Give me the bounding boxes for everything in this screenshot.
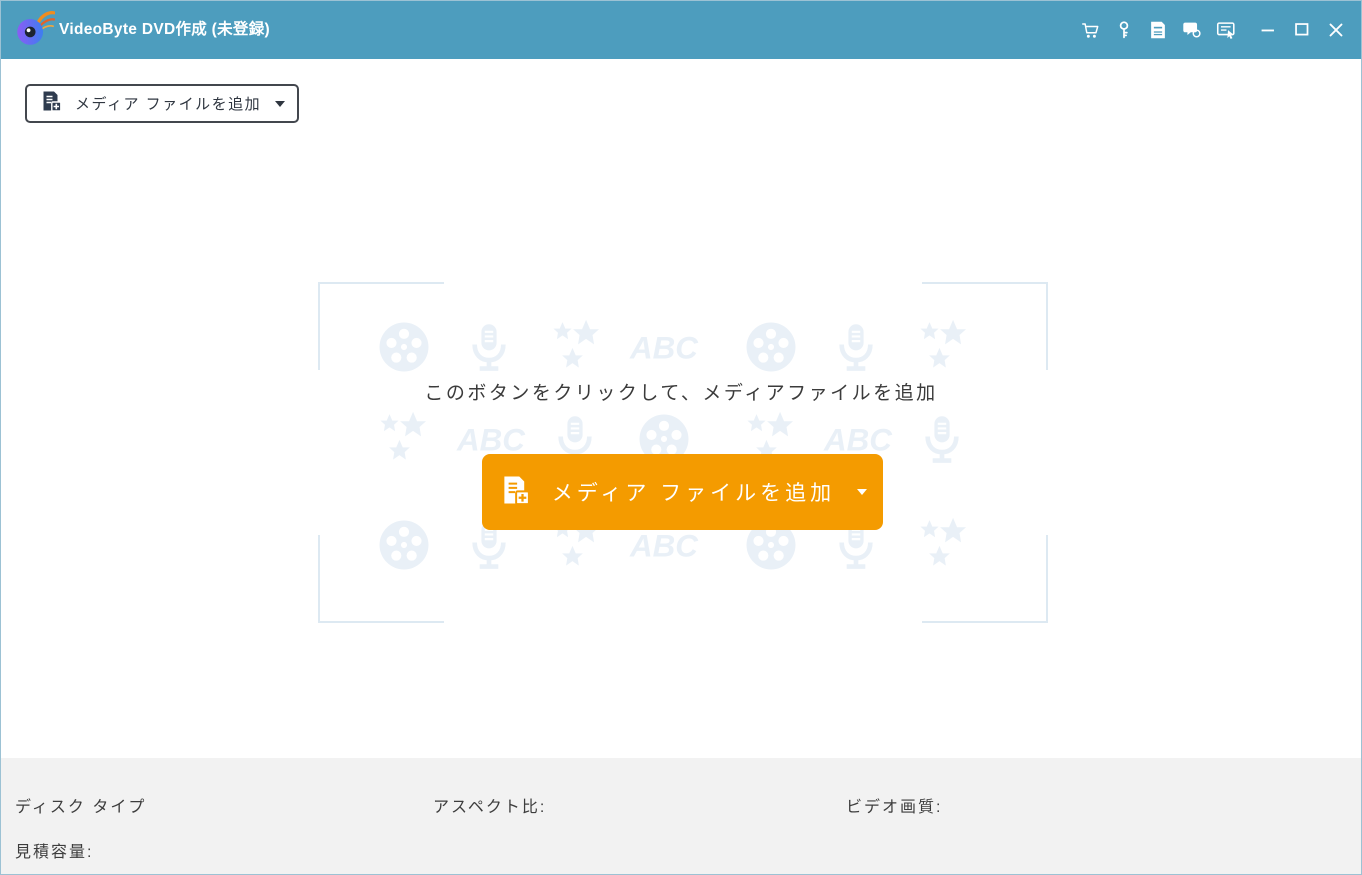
- register-icon[interactable]: [1146, 19, 1169, 42]
- svg-text:ABC: ABC: [629, 529, 698, 564]
- add-media-toolbar-label: メディア ファイルを追加: [75, 96, 262, 113]
- stars-watermark-icon: [915, 516, 973, 574]
- chevron-down-icon: [857, 489, 868, 495]
- titlebar-actions: [1078, 1, 1347, 59]
- feedback-icon[interactable]: [1180, 19, 1203, 42]
- stars-watermark-icon: [915, 318, 973, 376]
- empty-state-hint: このボタンをクリックして、メディアファイルを追加: [424, 383, 938, 404]
- window-title: VideoByte DVD作成 (未登録): [59, 21, 270, 38]
- svg-text:ABC: ABC: [823, 423, 892, 458]
- app-logo-icon: [13, 9, 56, 51]
- add-media-file-icon: [39, 89, 63, 118]
- mic-watermark-icon: [915, 410, 969, 468]
- stars-watermark-icon: [375, 410, 433, 468]
- svg-text:ABC: ABC: [456, 423, 525, 458]
- add-media-file-icon: [498, 473, 532, 512]
- cart-icon[interactable]: [1078, 19, 1101, 42]
- titlebar: VideoByte DVD作成 (未登録): [1, 1, 1361, 59]
- maximize-icon[interactable]: [1290, 19, 1313, 42]
- aspect-ratio-label: アスペクト比:: [433, 799, 547, 816]
- chevron-down-icon: [275, 100, 285, 107]
- mic-watermark-icon: [829, 318, 883, 376]
- film-watermark-icon: [375, 318, 433, 376]
- session-menu-icon[interactable]: [1214, 19, 1237, 42]
- add-media-toolbar-button[interactable]: メディア ファイルを追加: [25, 84, 299, 123]
- disc-type-label: ディスク タイプ: [15, 799, 147, 816]
- film-watermark-icon: [375, 516, 433, 574]
- video-quality-label: ビデオ画質:: [846, 799, 943, 816]
- film-watermark-icon: [742, 318, 800, 376]
- abc-watermark-icon: ABC: [621, 318, 707, 376]
- minimize-icon[interactable]: [1256, 19, 1279, 42]
- mic-watermark-icon: [462, 318, 516, 376]
- estimated-capacity-label: 見積容量:: [15, 844, 94, 861]
- close-icon[interactable]: [1324, 19, 1347, 42]
- add-media-primary-button[interactable]: メディア ファイルを追加: [482, 454, 883, 530]
- svg-text:ABC: ABC: [629, 331, 698, 366]
- stars-watermark-icon: [548, 318, 606, 376]
- app-window: VideoByte DVD作成 (未登録) メディア ファイルを追加 ABC AB…: [0, 0, 1362, 875]
- bottom-settings-bar: ディスク タイプ DVD-5 (4.7G) アスペクト比: 16:9 ビデオ画質…: [1, 758, 1361, 874]
- key-icon[interactable]: [1112, 19, 1135, 42]
- add-media-primary-label: メディア ファイルを追加: [551, 482, 836, 505]
